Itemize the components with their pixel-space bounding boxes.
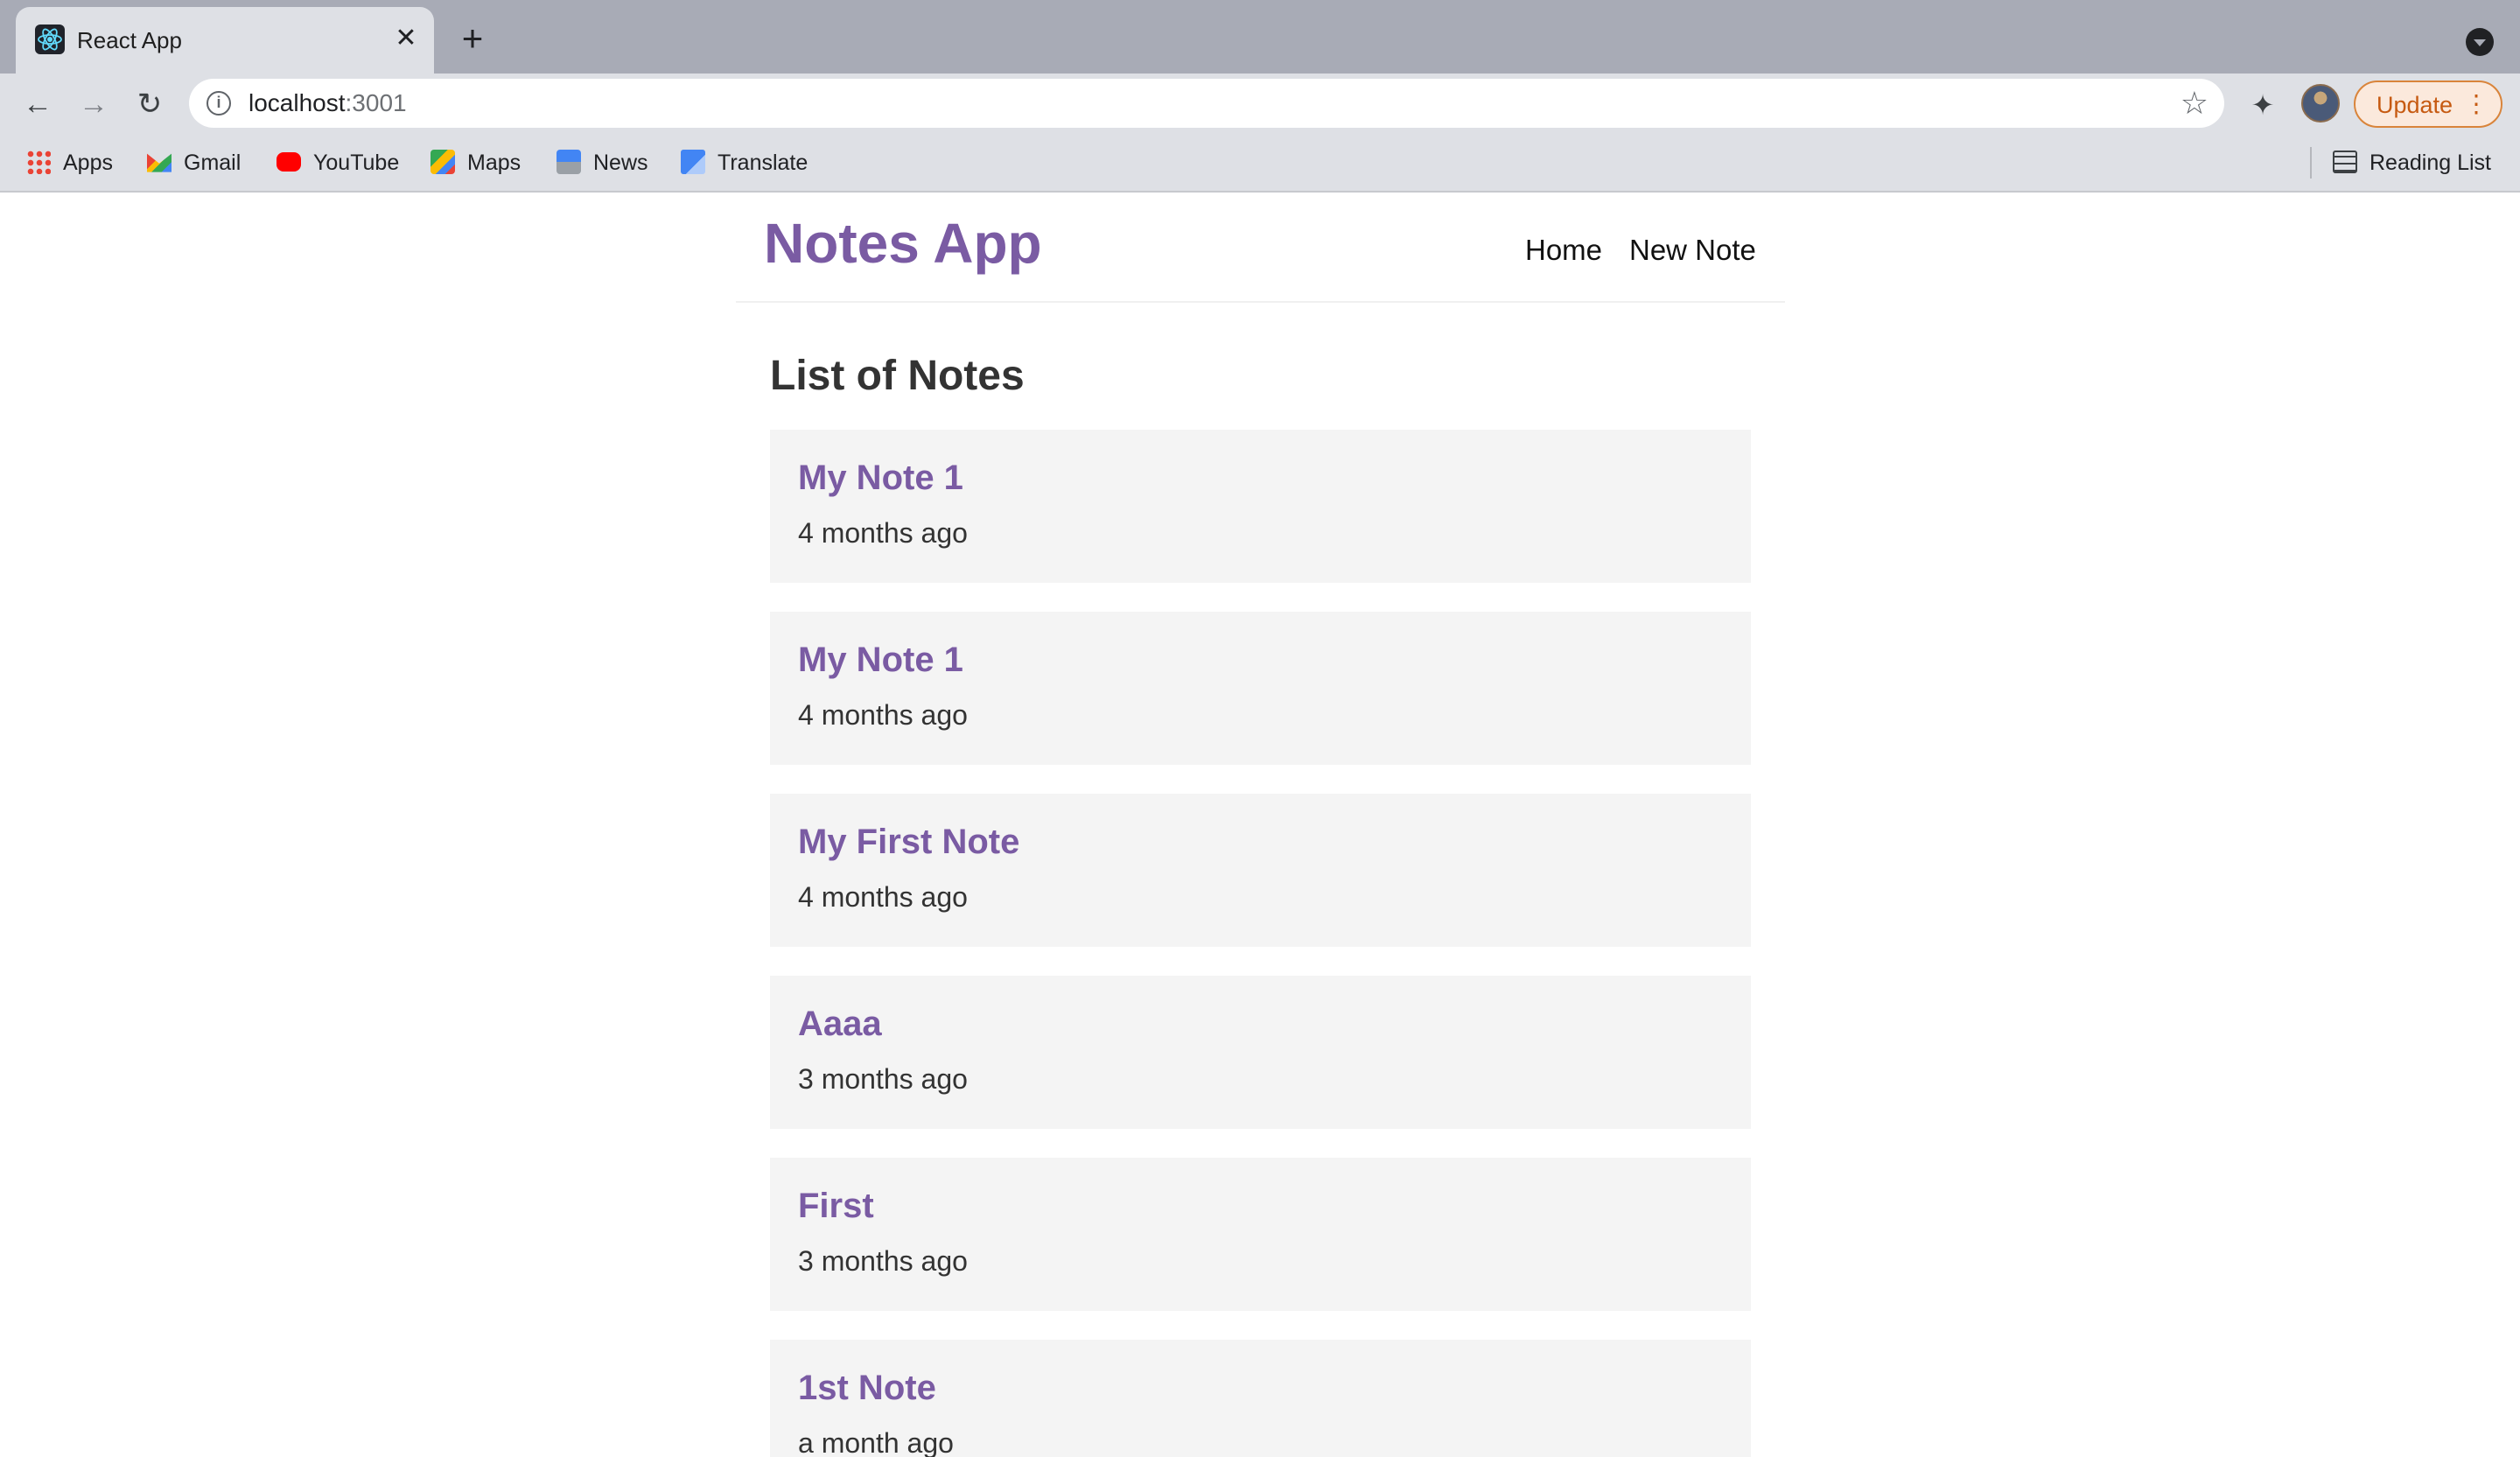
profile-avatar[interactable]: [2301, 84, 2340, 123]
note-timestamp: 4 months ago: [798, 699, 968, 731]
close-tab-icon[interactable]: ✕: [392, 25, 420, 53]
note-timestamp: 4 months ago: [798, 881, 968, 913]
note-card[interactable]: Aaaa 3 months ago: [770, 976, 1751, 1129]
react-logo-icon: [35, 25, 65, 54]
bookmark-label: Gmail: [184, 151, 242, 175]
news-icon: [556, 150, 581, 175]
bookmark-news[interactable]: News: [556, 147, 648, 179]
note-card[interactable]: My First Note 4 months ago: [770, 794, 1751, 947]
note-title[interactable]: Aaaa: [798, 1002, 882, 1046]
site-info-icon[interactable]: i: [206, 91, 231, 116]
back-arrow-icon[interactable]: ←: [18, 84, 58, 124]
bookmarks-divider: [2310, 147, 2312, 179]
note-timestamp: 4 months ago: [798, 517, 968, 549]
note-card[interactable]: 1st Note a month ago: [770, 1340, 1751, 1457]
tab-strip: React App ✕ +: [0, 0, 2520, 74]
kebab-menu-icon: ⋮: [2464, 90, 2488, 117]
note-timestamp: 3 months ago: [798, 1063, 968, 1095]
url-port: :3001: [345, 89, 407, 116]
forward-arrow-icon[interactable]: →: [74, 84, 114, 124]
url-text[interactable]: localhost:3001: [248, 89, 407, 117]
note-title[interactable]: My Note 1: [798, 638, 963, 682]
note-timestamp: a month ago: [798, 1427, 954, 1457]
maps-icon: [430, 150, 455, 175]
extensions-puzzle-icon[interactable]: ✦: [2245, 88, 2280, 123]
nav-link-home[interactable]: Home: [1525, 233, 1602, 268]
nav-link-new-note[interactable]: New Note: [1629, 233, 1756, 268]
page-viewport: Notes App Home New Note List of Notes My…: [0, 193, 2520, 1457]
bookmark-label: News: [593, 151, 648, 175]
bookmark-gmail[interactable]: Gmail: [147, 147, 241, 179]
note-card[interactable]: First 3 months ago: [770, 1158, 1751, 1311]
note-title[interactable]: First: [798, 1184, 874, 1228]
note-timestamp: 3 months ago: [798, 1245, 968, 1277]
translate-icon: [681, 150, 705, 175]
bookmark-star-icon[interactable]: ☆: [2180, 86, 2208, 121]
new-tab-button[interactable]: +: [455, 20, 490, 57]
tab-search-icon[interactable]: [2466, 28, 2494, 56]
bookmark-apps[interactable]: Apps: [26, 147, 113, 179]
note-title[interactable]: My Note 1: [798, 456, 963, 500]
app-navbar: Notes App Home New Note: [736, 193, 1785, 303]
note-card[interactable]: My Note 1 4 months ago: [770, 612, 1751, 765]
apps-grid-icon: [26, 150, 51, 175]
bookmark-label: Apps: [63, 151, 113, 175]
browser-tab[interactable]: React App ✕: [16, 7, 434, 74]
gmail-icon: [147, 153, 172, 172]
tab-title: React App: [77, 27, 182, 53]
browser-toolbar: ← → ↻ i localhost:3001 ☆ ✦ Update ⋮: [0, 74, 2520, 135]
page-title: List of Notes: [770, 353, 1025, 399]
bookmark-label: Translate: [718, 151, 808, 175]
note-card[interactable]: My Note 1 4 months ago: [770, 430, 1751, 583]
bookmark-translate[interactable]: Translate: [681, 147, 808, 179]
reading-list-label: Reading List: [2370, 151, 2491, 175]
update-button[interactable]: Update ⋮: [2354, 81, 2502, 128]
bookmark-youtube[interactable]: YouTube: [276, 147, 399, 179]
update-label: Update: [2376, 92, 2454, 118]
youtube-icon: [276, 152, 301, 172]
url-host: localhost: [248, 89, 346, 116]
app-brand: Notes App: [764, 212, 1042, 275]
bookmarks-bar: Apps Gmail YouTube Maps News Translate R…: [0, 135, 2520, 193]
bookmark-label: Maps: [467, 151, 522, 175]
reload-icon[interactable]: ↻: [130, 84, 170, 124]
address-bar[interactable]: i localhost:3001 ☆: [189, 79, 2224, 128]
note-list: My Note 1 4 months ago My Note 1 4 month…: [770, 430, 1751, 1457]
reading-list-button[interactable]: Reading List: [2333, 147, 2491, 179]
note-title[interactable]: 1st Note: [798, 1366, 936, 1410]
bookmark-maps[interactable]: Maps: [430, 147, 521, 179]
reading-list-icon: [2333, 151, 2357, 174]
bookmark-label: YouTube: [313, 151, 400, 175]
note-title[interactable]: My First Note: [798, 820, 1019, 864]
